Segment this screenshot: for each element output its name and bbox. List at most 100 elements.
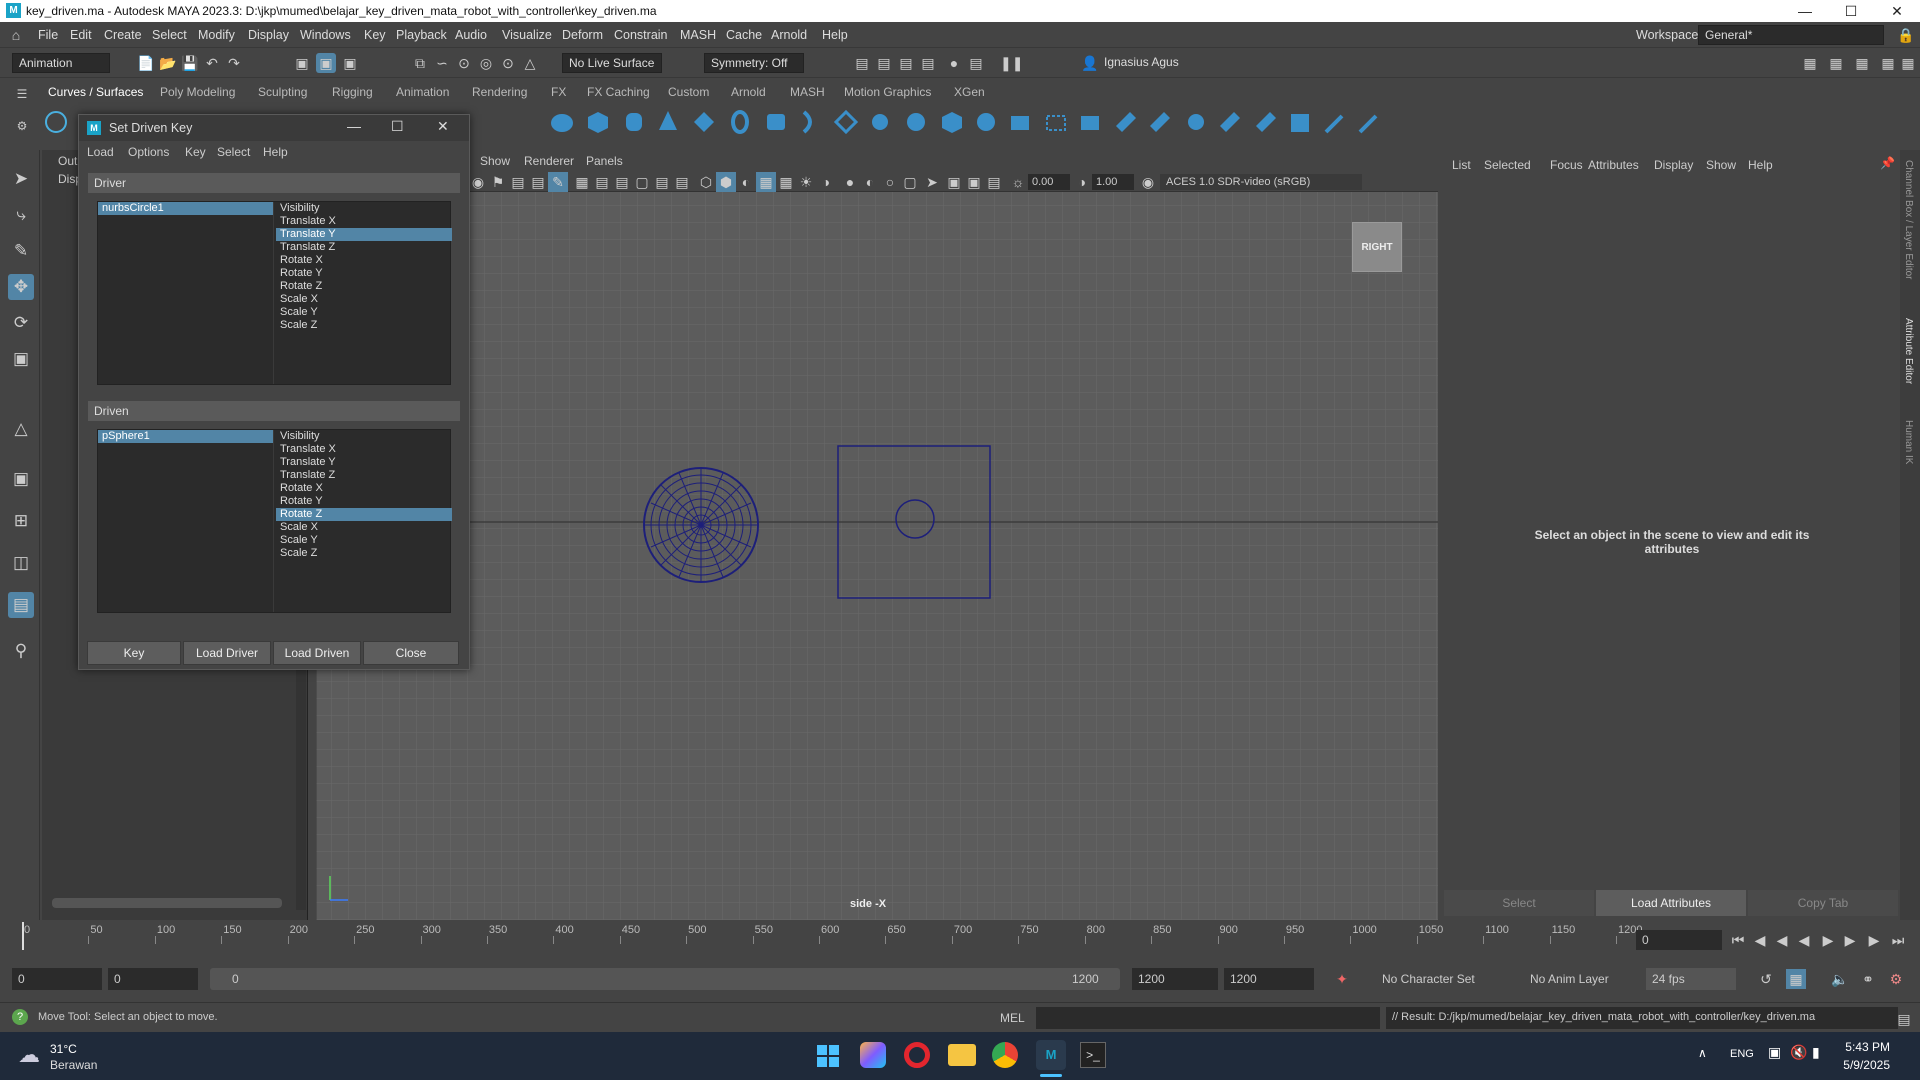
modeling-toolkit-icon[interactable]: ▦ — [1800, 53, 1820, 73]
tab-sculpting[interactable]: Sculpting — [258, 85, 307, 99]
open-close-icon[interactable] — [1112, 108, 1140, 136]
driver-attr-scale-x[interactable]: Scale X — [276, 293, 452, 306]
step-back-key-icon[interactable]: ◀ — [1772, 930, 1792, 950]
menu-visualize[interactable]: Visualize — [502, 28, 552, 42]
driver-attr-translate-x[interactable]: Translate X — [276, 215, 452, 228]
textured-icon[interactable]: ▦ — [776, 172, 796, 192]
volume-muted-icon[interactable]: 🔇 — [1790, 1044, 1807, 1061]
animation-end-field[interactable]: 1200 — [1224, 968, 1314, 990]
driven-attr-translate-z[interactable]: Translate Z — [276, 469, 452, 482]
tab-curves-surfaces[interactable]: Curves / Surfaces — [48, 85, 143, 99]
menu-deform[interactable]: Deform — [562, 28, 603, 42]
maximize-icon[interactable]: ☐ — [1828, 0, 1874, 22]
maya-taskbar-icon[interactable]: M — [1036, 1040, 1066, 1070]
dialog-menu-select[interactable]: Select — [217, 145, 250, 159]
menu-audio[interactable]: Audio — [455, 28, 487, 42]
nurbs-torus-icon[interactable] — [726, 108, 754, 136]
bookmark-icon[interactable]: ⚑ — [488, 172, 508, 192]
film-gate-icon[interactable]: ▤ — [592, 172, 612, 192]
tab-arnold[interactable]: Arnold — [731, 85, 766, 99]
driven-attr-rotate-z[interactable]: Rotate Z — [276, 508, 452, 521]
home-icon[interactable]: ⌂ — [6, 25, 26, 45]
wireframe-on-shaded-icon[interactable]: ▦ — [756, 172, 776, 192]
two-d-pan-icon[interactable]: ▤ — [528, 172, 548, 192]
step-forward-frame-icon[interactable]: ▶ — [1864, 930, 1884, 950]
driven-attr-translate-x[interactable]: Translate X — [276, 443, 452, 456]
detach-surfaces-icon[interactable] — [1042, 108, 1070, 136]
hypershade-icon[interactable]: ▤ — [918, 53, 938, 73]
shelf-settings-icon[interactable]: ⚙ — [12, 116, 32, 136]
tab-xgen[interactable]: XGen — [954, 85, 985, 99]
tab-animation[interactable]: Animation — [396, 85, 449, 99]
planar-icon[interactable] — [832, 108, 860, 136]
redo-icon[interactable]: ↷ — [224, 53, 244, 73]
anti-aliasing-icon[interactable]: ○ — [880, 172, 900, 192]
character-set-dropdown[interactable]: No Character Set — [1376, 968, 1496, 990]
go-to-end-icon[interactable]: ⏭ — [1888, 930, 1908, 950]
dialog-minimize-icon[interactable]: — — [347, 118, 361, 134]
menu-key[interactable]: Key — [364, 28, 386, 42]
snap-surface-icon[interactable]: ⊙ — [498, 53, 518, 73]
file-explorer-icon[interactable] — [948, 1044, 976, 1066]
select-component-icon[interactable]: ▣ — [340, 53, 360, 73]
driver-attr-translate-z[interactable]: Translate Z — [276, 241, 452, 254]
current-time-marker[interactable] — [22, 922, 24, 950]
clock-date[interactable]: 5/9/2025 — [1820, 1058, 1890, 1072]
menu-file[interactable]: File — [38, 28, 58, 42]
dialog-menu-load[interactable]: Load — [87, 145, 114, 159]
go-to-start-icon[interactable]: ⏮ — [1728, 930, 1748, 950]
dialog-titlebar[interactable]: M Set Driven Key — ☐ ✕ — [79, 115, 469, 141]
outliner-menu-partial[interactable]: Out — [58, 154, 77, 168]
viewport-menu-show[interactable]: Show — [480, 154, 510, 168]
load-driver-button[interactable]: Load Driver — [183, 641, 271, 665]
nurbs-cylinder-icon[interactable] — [620, 108, 648, 136]
tab-mash[interactable]: MASH — [790, 85, 825, 99]
trim-tool-icon[interactable] — [1182, 108, 1210, 136]
align-surfaces-icon[interactable] — [1076, 108, 1104, 136]
playback-start-field[interactable]: 0 — [108, 968, 198, 990]
four-view-layout-icon[interactable]: ⊞ — [8, 508, 34, 534]
windows-start-icon[interactable] — [816, 1044, 840, 1068]
paint-select-icon[interactable]: ✎ — [8, 238, 34, 264]
wireframe-icon[interactable]: ⬡ — [696, 172, 716, 192]
attribute-editor-toggle-icon[interactable]: ▦ — [1852, 53, 1872, 73]
driven-attr-scale-z[interactable]: Scale Z — [276, 547, 452, 560]
field-chart-icon[interactable]: ▤ — [652, 172, 672, 192]
viewport-panel[interactable]: RIGHT side -X — [316, 150, 1438, 920]
driver-attr-rotate-y[interactable]: Rotate Y — [276, 267, 452, 280]
ipr-render-icon[interactable]: ▤ — [874, 53, 894, 73]
tab-fx[interactable]: FX — [551, 85, 566, 99]
playback-end-field[interactable]: 1200 — [1132, 968, 1218, 990]
tab-poly-modeling[interactable]: Poly Modeling — [160, 85, 235, 99]
mel-language-toggle[interactable]: MEL — [1000, 1011, 1025, 1025]
sculpt-icon[interactable] — [1322, 108, 1350, 136]
psphere1-wireframe[interactable] — [641, 465, 761, 585]
default-lighting-icon[interactable]: ◐ — [736, 172, 756, 192]
single-perspective-layout-icon[interactable]: ▣ — [8, 466, 34, 492]
ae-menu-attributes[interactable]: Attributes — [1588, 158, 1639, 172]
step-forward-key-icon[interactable]: ▶ — [1840, 930, 1860, 950]
revolve-icon[interactable] — [796, 108, 824, 136]
camera-select-icon[interactable]: ◉ — [468, 172, 488, 192]
sound-icon[interactable]: 🔈 — [1830, 969, 1850, 989]
untrim-icon[interactable] — [1216, 108, 1244, 136]
lock-icon[interactable]: 🔒 — [1896, 25, 1916, 45]
driver-attr-scale-z[interactable]: Scale Z — [276, 319, 452, 332]
two-view-layout-icon[interactable]: ◫ — [8, 550, 34, 576]
nurbs-circle-icon[interactable] — [42, 108, 70, 136]
driven-section-header[interactable]: Driven — [88, 401, 460, 421]
controller-frame[interactable] — [836, 444, 994, 602]
menu-select[interactable]: Select — [152, 28, 187, 42]
arnold-render-icon[interactable]: ● — [944, 53, 964, 73]
depth-of-field-icon[interactable]: ▢ — [900, 172, 920, 192]
last-tool-icon[interactable]: △ — [8, 416, 34, 442]
live-surface-field[interactable]: No Live Surface — [562, 53, 662, 73]
menuset-dropdown[interactable]: Animation — [12, 53, 110, 73]
driven-attr-scale-y[interactable]: Scale Y — [276, 534, 452, 547]
minimize-icon[interactable]: — — [1782, 0, 1828, 22]
dialog-menu-options[interactable]: Options — [128, 145, 169, 159]
terminal-icon[interactable]: >_ — [1080, 1042, 1106, 1068]
time-slider[interactable]: 0 50 100 150 200 250 300 350 400 450 500 550 600 650 7… — [0, 922, 1920, 958]
weather-desc[interactable]: Berawan — [50, 1058, 97, 1072]
resolution-gate-icon[interactable]: ▤ — [612, 172, 632, 192]
